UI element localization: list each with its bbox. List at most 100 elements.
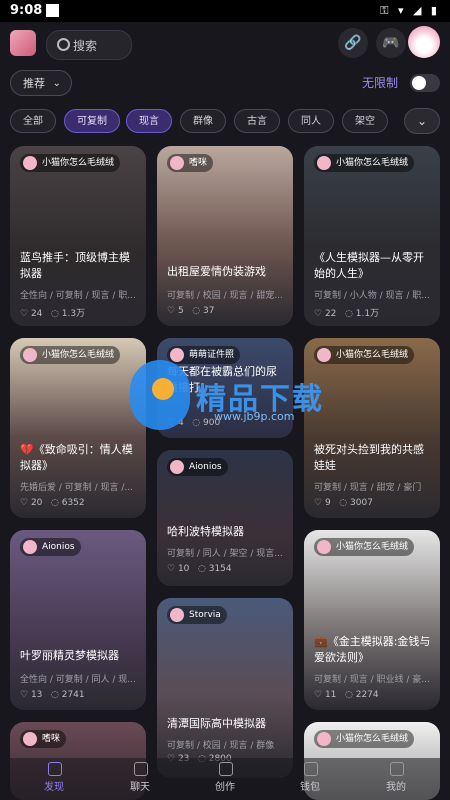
card-author[interactable]: 小猫你怎么毛绒绒	[20, 154, 121, 172]
comment-icon: ◌	[51, 498, 59, 508]
card-author[interactable]: Storvia	[167, 606, 227, 624]
nav-create[interactable]: 创作	[195, 762, 255, 793]
story-card[interactable]: 小猫你怎么毛绒绒 💔《致命吸引：情人模拟器》 先婚后爱 / 可复制 / 现言 /…	[10, 338, 146, 518]
card-tags: 可复制 / 现言 / 职业线 / 豪...	[314, 675, 430, 685]
likes-count: 20	[30, 498, 43, 508]
chevron-down-icon: ⌄	[52, 78, 61, 89]
card-tags: 可复制 / 现言 / 甜宠 / 豪门	[314, 483, 422, 493]
card-author[interactable]: 小猫你怎么毛绒绒	[20, 346, 121, 364]
author-avatar	[317, 540, 331, 554]
nav-wallet[interactable]: 钱包	[280, 762, 340, 793]
tag-ensemble[interactable]: 群像	[180, 109, 226, 133]
comments-count: 2274	[355, 690, 379, 700]
likes-count: 9	[324, 498, 331, 508]
wallet-icon	[304, 762, 318, 776]
tag-fictional[interactable]: 架空	[342, 109, 388, 133]
story-card[interactable]: Storvia 清潭国际高中模拟器 可复制 / 校园 / 现言 / 群像 ♡ 2…	[157, 598, 293, 778]
heart-icon: ♡	[167, 418, 176, 428]
author-name: 小猫你怎么毛绒绒	[336, 734, 409, 744]
card-author[interactable]: 小猫你怎么毛绒绒	[314, 730, 415, 748]
card-cover	[157, 598, 293, 778]
heart-icon: ♡	[167, 564, 176, 574]
expand-tags-button[interactable]: ⌄	[404, 108, 440, 134]
card-stats: ♡ 22 ◌ 1.1万	[314, 306, 379, 319]
comments-count: 2741	[61, 690, 85, 700]
card-tags: 全性向 / 可复制 / 现言 / 职...	[20, 291, 136, 301]
comments-count: 1.3万	[61, 309, 86, 319]
nav-label: 我的	[386, 782, 406, 793]
story-card[interactable]: Aionios 叶罗丽精灵梦模拟器 全性向 / 可复制 / 同人 / 现... …	[10, 530, 146, 710]
notification-icon	[46, 4, 59, 17]
author-avatar	[170, 608, 184, 622]
tag-copyable[interactable]: 可复制	[64, 109, 120, 133]
sort-label: 推荐	[23, 77, 45, 90]
story-card[interactable]: 小猫你怎么毛绒绒 蓝鸟推手：顶级博主模拟器 全性向 / 可复制 / 现言 / 职…	[10, 146, 146, 326]
comment-icon: ◌	[192, 306, 201, 316]
search-icon	[57, 38, 70, 51]
card-title: 清潭国际高中模拟器	[167, 717, 266, 730]
unlimited-label: 无限制	[361, 76, 398, 90]
author-name: 小猫你怎么毛绒绒	[42, 350, 115, 360]
author-name: Storvia	[189, 610, 221, 620]
app-logo-icon[interactable]	[10, 30, 36, 56]
tag-ancient[interactable]: 古言	[234, 109, 280, 133]
link-button[interactable]: 🔗	[338, 28, 368, 58]
search-box[interactable]: 搜索	[46, 30, 132, 60]
author-avatar	[170, 348, 184, 362]
author-name: Aionios	[42, 542, 75, 552]
card-tags: 先婚后爱 / 可复制 / 现言 /...	[20, 483, 133, 493]
status-time: 9:08	[10, 3, 43, 18]
nav-label: 聊天	[130, 782, 150, 793]
filter-row: 推荐 ⌄ 无限制	[0, 70, 450, 98]
card-title: 蓝鸟推手：顶级博主模拟器	[20, 251, 130, 280]
tag-all[interactable]: 全部	[10, 109, 56, 133]
game-button[interactable]: 🎮	[376, 28, 406, 58]
mascot-avatar[interactable]	[408, 26, 440, 58]
card-author[interactable]: 嗜咪	[20, 730, 67, 748]
card-stats: ♡ 10 ◌ 3154	[167, 564, 232, 574]
tag-fanfic[interactable]: 同人	[288, 109, 334, 133]
nav-profile[interactable]: 我的	[366, 762, 426, 793]
card-author[interactable]: Aionios	[167, 458, 228, 476]
likes-count: 4	[177, 418, 184, 428]
author-avatar	[23, 732, 37, 746]
nav-discover[interactable]: 发现	[24, 762, 84, 793]
card-stats: ♡ 11 ◌ 2274	[314, 690, 379, 700]
card-tags: 可复制 / 小人物 / 现言 / 职...	[314, 291, 430, 301]
heart-icon: ♡	[314, 498, 323, 508]
chat-icon	[134, 762, 148, 776]
comments-count: 3007	[350, 498, 373, 508]
card-author[interactable]: 小猫你怎么毛绒绒	[314, 154, 415, 172]
author-avatar	[170, 156, 184, 170]
likes-count: 5	[177, 306, 184, 316]
card-author[interactable]: 小猫你怎么毛绒绒	[314, 346, 415, 364]
author-name: 小猫你怎么毛绒绒	[336, 542, 409, 552]
tag-modern[interactable]: 现言	[126, 109, 172, 133]
sort-dropdown[interactable]: 推荐 ⌄	[10, 70, 72, 96]
card-stats: ♡ 5 ◌ 37	[167, 306, 214, 316]
likes-count: 22	[324, 309, 337, 319]
create-icon	[219, 762, 233, 776]
card-title: 💔《致命吸引：情人模拟器》	[20, 443, 133, 472]
card-author[interactable]: 嗜咪	[167, 154, 214, 172]
search-placeholder: 搜索	[73, 39, 98, 53]
card-author[interactable]: 萌萌证件照	[167, 346, 241, 364]
comment-icon: ◌	[51, 309, 59, 319]
story-card[interactable]: 小猫你怎么毛绒绒 💼《金主模拟器:金钱与爱欲法则》 可复制 / 现言 / 职业线…	[304, 530, 440, 710]
story-card[interactable]: Aionios 哈利波特模拟器 可复制 / 同人 / 架空 / 现言... ♡ …	[157, 450, 293, 586]
story-card[interactable]: 小猫你怎么毛绒绒 被死对头捡到我的共感娃娃 可复制 / 现言 / 甜宠 / 豪门…	[304, 338, 440, 518]
unlimited-toggle[interactable]	[410, 74, 440, 92]
card-author[interactable]: 小猫你怎么毛绒绒	[314, 538, 415, 556]
story-card[interactable]: 小猫你怎么毛绒绒 《人生模拟器—从零开始的人生》 可复制 / 小人物 / 现言 …	[304, 146, 440, 326]
comments-count: 900	[203, 418, 221, 428]
story-card[interactable]: 萌萌证件照 每天都在被霸总们的尿情接打 ♡ 4 ◌ 900	[157, 338, 293, 438]
author-avatar	[23, 540, 37, 554]
story-card[interactable]: 嗜咪 出租屋爱情伪装游戏 可复制 / 校园 / 现言 / 甜宠... ♡ 5 ◌…	[157, 146, 293, 326]
nav-chat[interactable]: 聊天	[110, 762, 170, 793]
card-author[interactable]: Aionios	[20, 538, 81, 556]
comment-icon: ◌	[51, 690, 59, 700]
card-stats: ♡ 4 ◌ 900	[167, 418, 220, 428]
card-stats: ♡ 24 ◌ 1.3万	[20, 306, 85, 319]
comments-count: 37	[203, 306, 215, 316]
nav-label: 创作	[215, 782, 235, 793]
